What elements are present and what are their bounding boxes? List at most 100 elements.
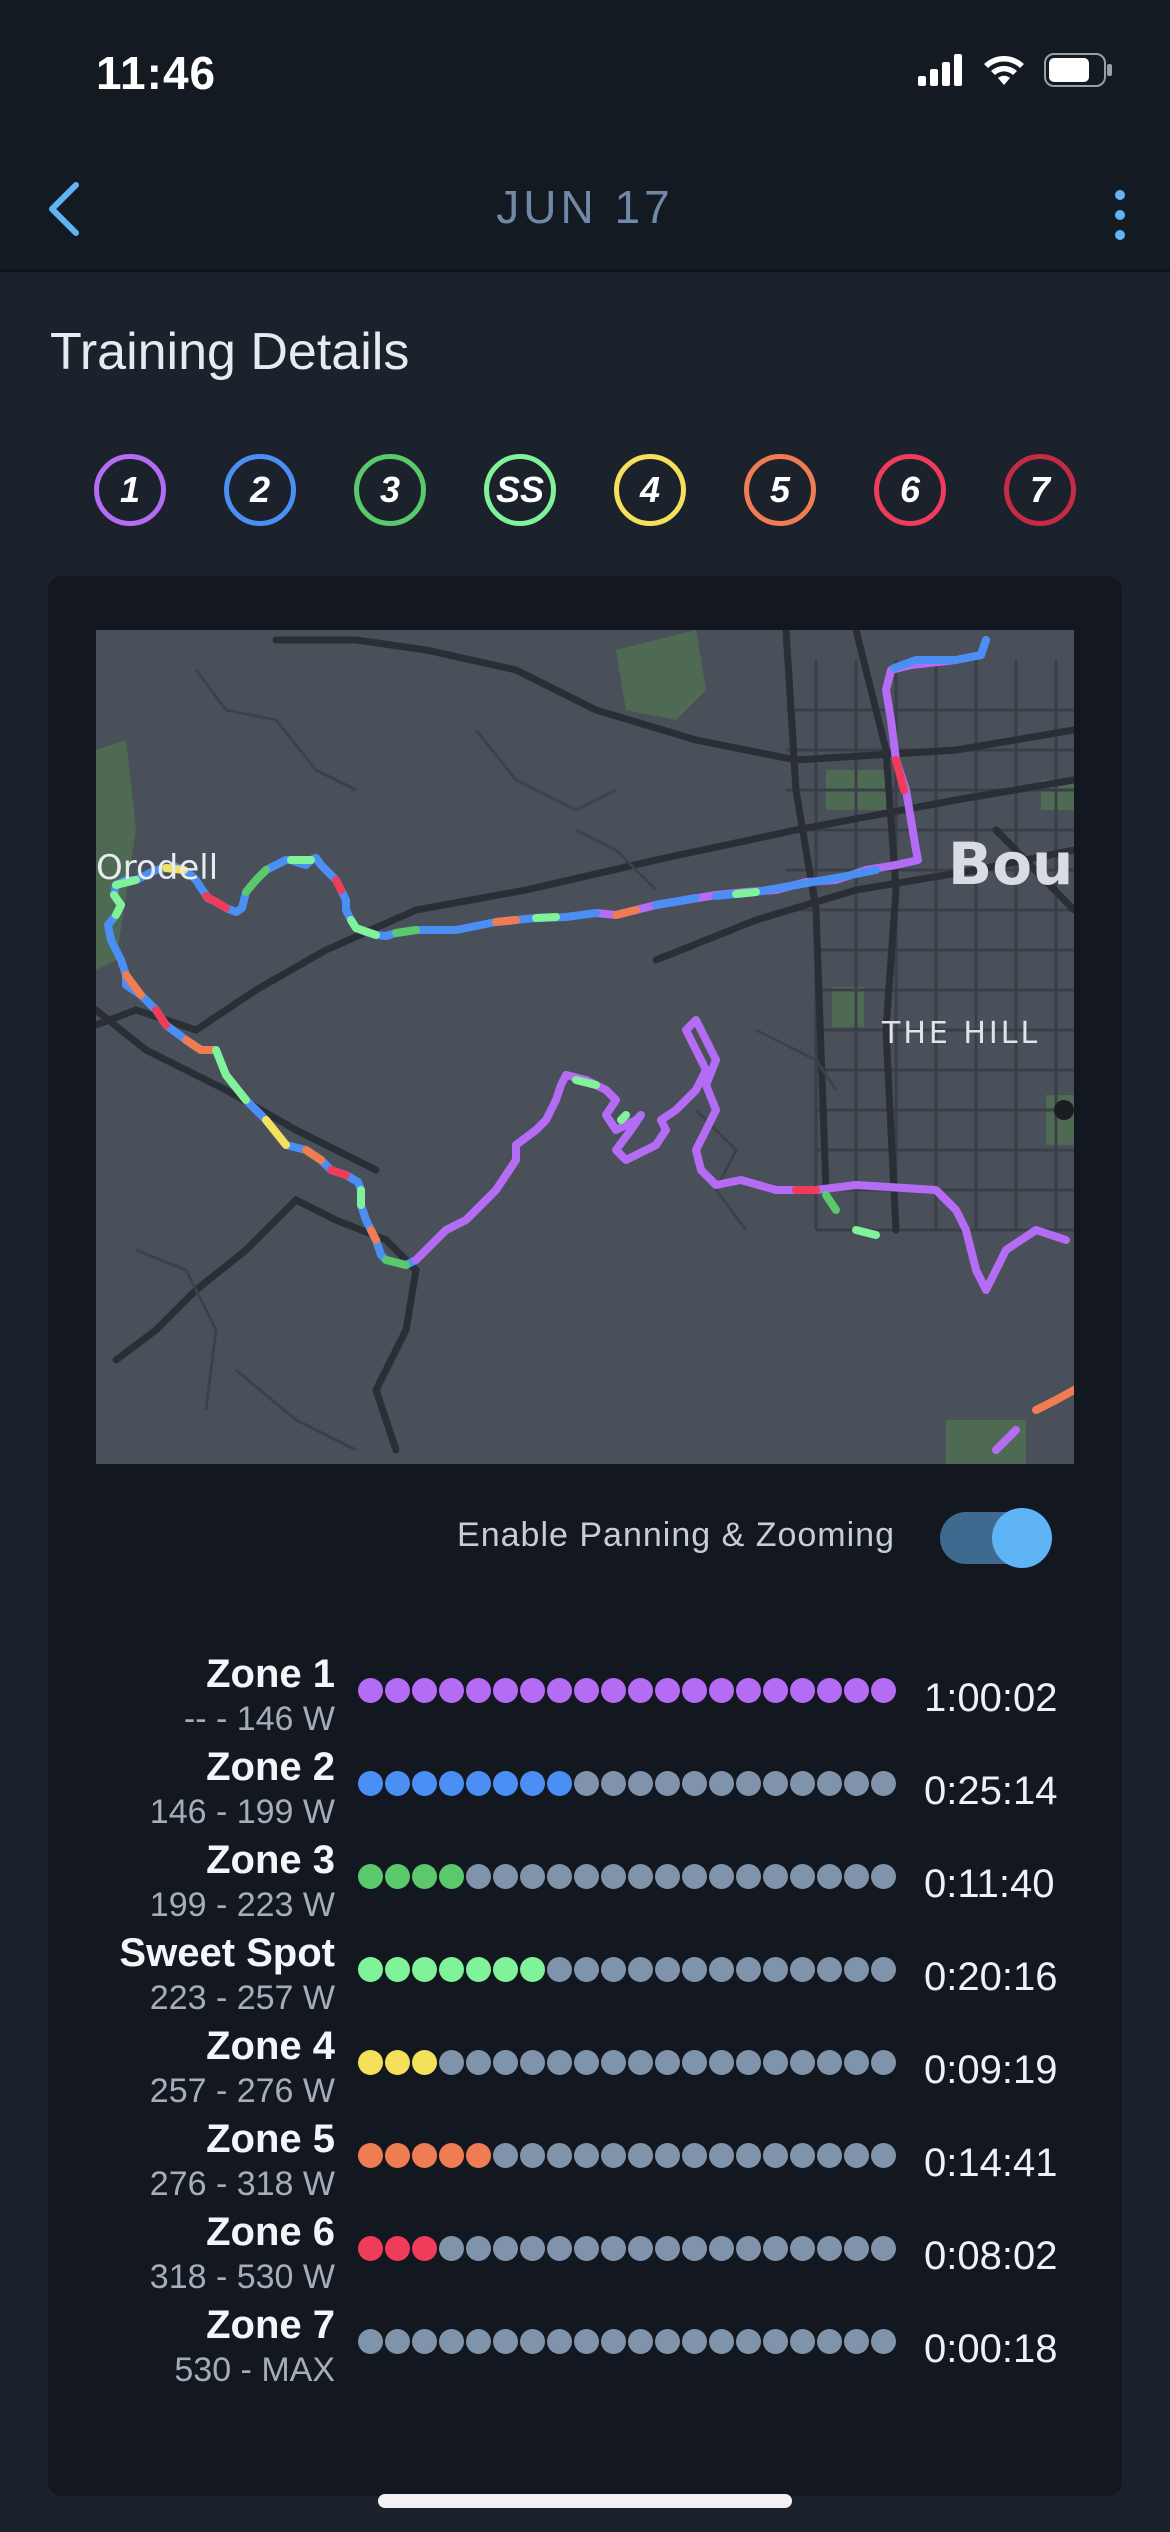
- zone-range: 318 - 530 W: [149, 2258, 335, 2296]
- zone-name: Zone 2: [206, 1745, 335, 1789]
- zone-chip-4[interactable]: 4: [614, 454, 686, 526]
- zone-dot-empty: [817, 2050, 842, 2075]
- zone-dot-empty: [871, 1957, 896, 1982]
- zone-dot-empty: [709, 2050, 734, 2075]
- zone-dot-empty: [844, 1957, 869, 1982]
- zone-time: 1:00:02: [924, 1676, 1058, 1720]
- status-icons: [918, 52, 1114, 92]
- zone-dot-empty: [439, 2050, 464, 2075]
- zone-time: 0:08:02: [924, 2234, 1058, 2278]
- zone-dot-filled: [358, 1864, 383, 1889]
- map-label-orodell: Orodell: [96, 848, 219, 888]
- zone-dot-filled: [871, 1678, 896, 1703]
- more-vertical-icon: [1115, 190, 1125, 200]
- zone-chip-3[interactable]: 3: [354, 454, 426, 526]
- zone-dot-empty: [655, 2329, 680, 2354]
- nav-bar: JUN 17: [0, 150, 1170, 272]
- zone-chip-5[interactable]: 5: [744, 454, 816, 526]
- zone-dot-empty: [790, 1771, 815, 1796]
- zone-dot-filled: [358, 2050, 383, 2075]
- zone-dot-empty: [655, 2143, 680, 2168]
- zone-dot-empty: [709, 1771, 734, 1796]
- zone-dot-filled: [412, 1957, 437, 1982]
- zone-dot-empty: [574, 1771, 599, 1796]
- zone-dot-empty: [763, 2050, 788, 2075]
- zone-dot-empty: [682, 1864, 707, 1889]
- zone-dot-empty: [520, 1864, 545, 1889]
- zone-dot-empty: [763, 1771, 788, 1796]
- zone-chip-7[interactable]: 7: [1004, 454, 1076, 526]
- zone-dot-filled: [412, 2236, 437, 2261]
- zone-dot-filled: [763, 1678, 788, 1703]
- zone-row-6: Zone 6 318 - 530 W 0:08:02: [0, 2210, 1170, 2303]
- zone-dot-filled: [736, 1678, 761, 1703]
- zone-dot-empty: [466, 1864, 491, 1889]
- zone-name: Zone 1: [206, 1652, 335, 1696]
- zone-dot-empty: [844, 2236, 869, 2261]
- zone-dot-empty: [655, 1771, 680, 1796]
- zone-dot-filled: [412, 1678, 437, 1703]
- panning-zoom-toggle[interactable]: [940, 1508, 1052, 1568]
- zone-dot-empty: [628, 1957, 653, 1982]
- zone-dot-empty: [655, 1957, 680, 1982]
- zone-row-5: Zone 5 276 - 318 W 0:14:41: [0, 2117, 1170, 2210]
- zone-range: 276 - 318 W: [149, 2165, 335, 2203]
- home-indicator[interactable]: [378, 2494, 792, 2508]
- zone-dot-filled: [439, 1957, 464, 1982]
- zone-dot-empty: [547, 2143, 572, 2168]
- zone-range: 223 - 257 W: [149, 1979, 335, 2017]
- zone-dot-empty: [601, 2236, 626, 2261]
- zone-chip-2[interactable]: 2: [224, 454, 296, 526]
- zone-dot-empty: [601, 1957, 626, 1982]
- zone-name: Zone 3: [206, 1838, 335, 1882]
- zone-dot-filled: [358, 2143, 383, 2168]
- zone-dot-filled: [547, 1678, 572, 1703]
- zone-dot-empty: [817, 2329, 842, 2354]
- zone-chip-ss[interactable]: SS: [484, 454, 556, 526]
- zone-dot-empty: [736, 1957, 761, 1982]
- zone-dot-empty: [520, 2329, 545, 2354]
- toggle-label: Enable Panning & Zooming: [457, 1516, 895, 1554]
- zone-dot-empty: [817, 2143, 842, 2168]
- zone-dot-empty: [790, 2050, 815, 2075]
- zone-time: 0:00:18: [924, 2327, 1058, 2371]
- zone-dot-empty: [736, 2236, 761, 2261]
- zone-dot-filled: [385, 1957, 410, 1982]
- zone-dot-empty: [601, 2329, 626, 2354]
- zone-chip-1[interactable]: 1: [94, 454, 166, 526]
- zone-dot-filled: [466, 1678, 491, 1703]
- zone-name: Zone 4: [206, 2024, 335, 2068]
- zone-dot-empty: [628, 1771, 653, 1796]
- zone-dot-empty: [601, 2143, 626, 2168]
- zone-dot-empty: [844, 1864, 869, 1889]
- zone-name: Zone 5: [206, 2117, 335, 2161]
- zone-dot-empty: [682, 1771, 707, 1796]
- zone-dot-empty: [682, 2143, 707, 2168]
- zone-time: 0:11:40: [924, 1862, 1055, 1906]
- zone-dot-empty: [574, 2236, 599, 2261]
- zone-time: 0:14:41: [924, 2141, 1058, 2185]
- zone-chip-6[interactable]: 6: [874, 454, 946, 526]
- zone-dot-filled: [628, 1678, 653, 1703]
- zone-dot-filled: [385, 2050, 410, 2075]
- zone-dot-empty: [871, 2143, 896, 2168]
- zone-dot-empty: [520, 2050, 545, 2075]
- zone-dot-filled: [466, 1771, 491, 1796]
- zone-dot-empty: [628, 2143, 653, 2168]
- zone-dot-bar: [358, 2329, 908, 2359]
- zone-dot-empty: [790, 2143, 815, 2168]
- zone-dot-filled: [466, 1957, 491, 1982]
- wifi-icon: [982, 53, 1026, 92]
- zone-dot-empty: [547, 1957, 572, 1982]
- zone-dot-filled: [439, 1771, 464, 1796]
- zone-dot-empty: [466, 2329, 491, 2354]
- zone-dot-filled: [493, 1771, 518, 1796]
- zone-dot-bar: [358, 1771, 908, 1801]
- route-map[interactable]: Orodell Boul THE HILL: [96, 630, 1074, 1464]
- zone-dot-empty: [817, 1957, 842, 1982]
- more-options-button[interactable]: [1100, 180, 1140, 250]
- zone-name: Zone 6: [206, 2210, 335, 2254]
- zone-dot-empty: [601, 1771, 626, 1796]
- zone-dot-filled: [466, 2143, 491, 2168]
- zone-row-3: Zone 3 199 - 223 W 0:11:40: [0, 1838, 1170, 1931]
